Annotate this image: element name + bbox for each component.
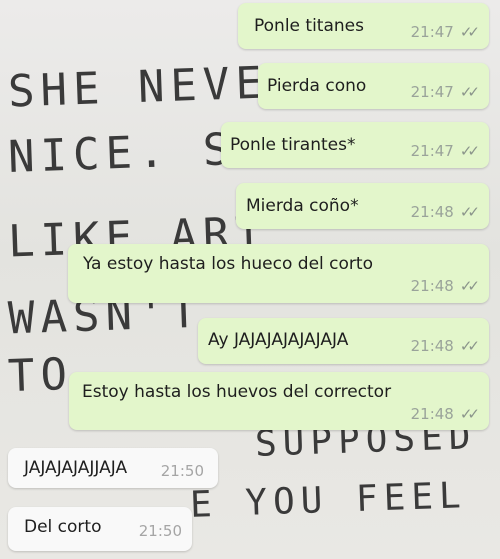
message-time: 21:48	[410, 337, 454, 355]
outgoing-message[interactable]: Mierda coño* 21:48 ✓✓	[236, 183, 489, 229]
message-time: 21:47	[410, 23, 454, 41]
message-meta: 21:48 ✓✓	[410, 277, 480, 295]
message-text: Ya estoy hasta los hueco del corto	[83, 254, 373, 274]
incoming-message[interactable]: Del corto 21:50	[8, 507, 192, 551]
double-check-icon: ✓✓	[459, 405, 480, 423]
message-meta: 21:48 ✓✓	[410, 337, 480, 355]
message-text: Ay JAJAJAJAJAJAJA	[208, 330, 349, 350]
incoming-message[interactable]: JAJAJAJAJJAJA 21:50	[8, 448, 218, 488]
message-time: 21:50	[160, 462, 204, 480]
wallpaper-text: TO	[7, 348, 74, 403]
outgoing-message[interactable]: Ponle titanes 21:47 ✓✓	[238, 3, 489, 49]
message-text: Pierda cono	[267, 76, 367, 96]
message-text: Mierda coño*	[246, 196, 359, 216]
message-meta: 21:48 ✓✓	[410, 405, 480, 423]
double-check-icon: ✓✓	[459, 337, 480, 355]
message-meta: 21:48 ✓✓	[410, 203, 480, 221]
message-text: Del corto	[24, 517, 102, 537]
outgoing-message[interactable]: Pierda cono 21:47 ✓✓	[258, 63, 489, 109]
message-meta: 21:47 ✓✓	[410, 83, 480, 101]
message-text: Ponle titanes	[254, 16, 364, 36]
message-meta: 21:47 ✓✓	[410, 142, 480, 160]
double-check-icon: ✓✓	[459, 83, 480, 101]
outgoing-message[interactable]: Ponle tirantes* 21:47 ✓✓	[221, 122, 489, 168]
message-time: 21:50	[138, 522, 182, 540]
message-time: 21:48	[410, 203, 454, 221]
double-check-icon: ✓✓	[459, 142, 480, 160]
outgoing-message[interactable]: Estoy hasta los huevos del corrector 21:…	[69, 372, 489, 430]
double-check-icon: ✓✓	[459, 23, 480, 41]
outgoing-message[interactable]: Ya estoy hasta los hueco del corto 21:48…	[68, 244, 489, 303]
message-text: JAJAJAJAJJAJA	[24, 458, 128, 478]
message-time: 21:47	[410, 83, 454, 101]
message-time: 21:48	[410, 405, 454, 423]
message-text: Estoy hasta los huevos del corrector	[82, 382, 392, 402]
wallpaper-text: SHE NEVE	[7, 57, 269, 118]
double-check-icon: ✓✓	[459, 277, 480, 295]
message-meta: 21:47 ✓✓	[410, 23, 480, 41]
wallpaper-text: NICE. S	[7, 124, 237, 183]
wallpaper-text: E YOU FEEL	[189, 475, 468, 526]
double-check-icon: ✓✓	[459, 203, 480, 221]
outgoing-message[interactable]: Ay JAJAJAJAJAJAJA 21:48 ✓✓	[198, 318, 489, 364]
message-time: 21:47	[410, 142, 454, 160]
message-time: 21:48	[410, 277, 454, 295]
message-text: Ponle tirantes*	[230, 135, 356, 155]
